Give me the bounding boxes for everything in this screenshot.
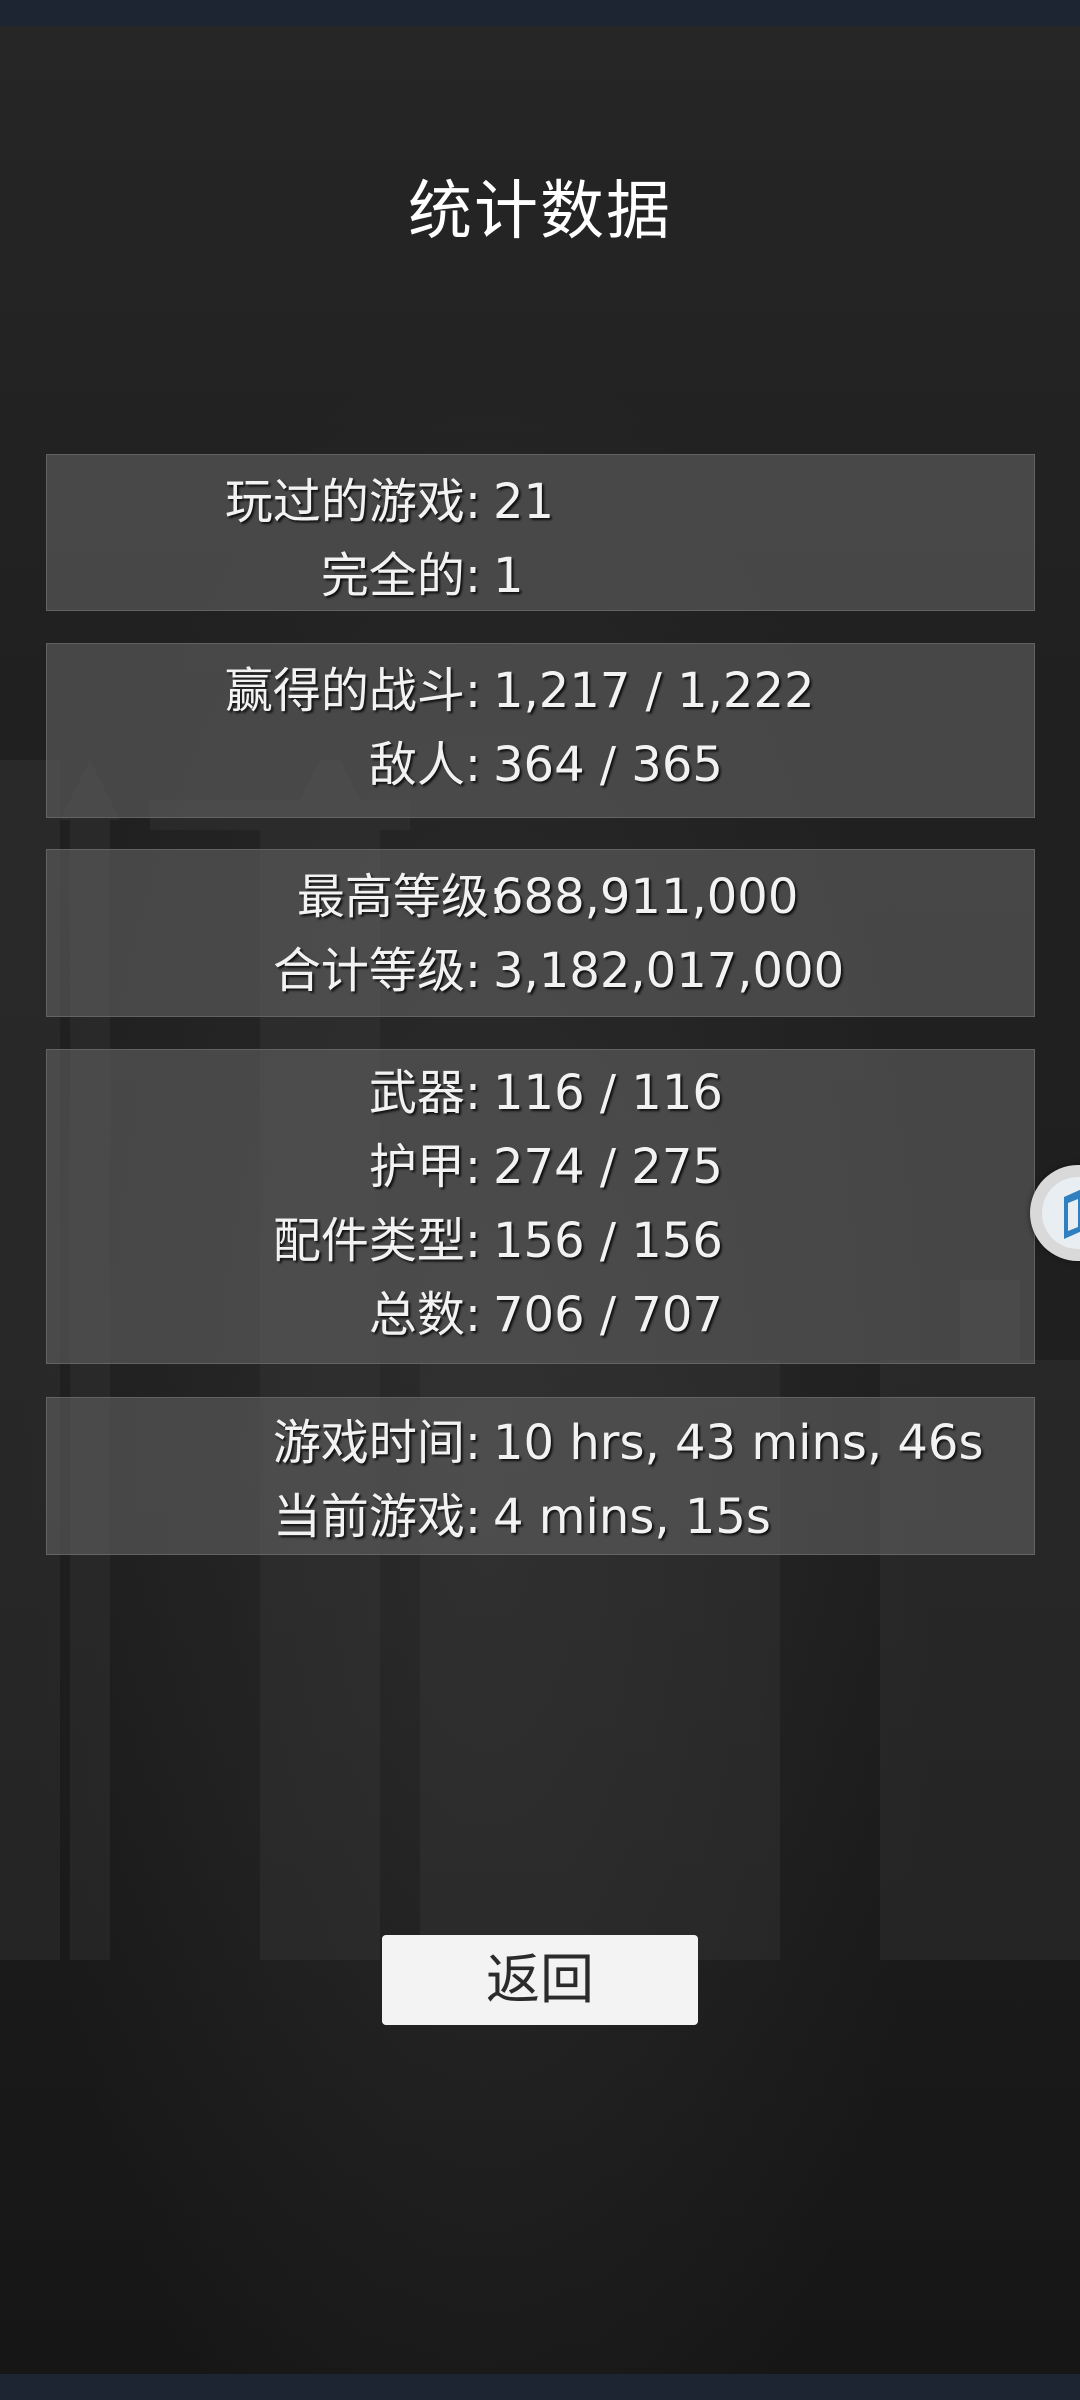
stat-row: 合计等级: 3,182,017,000 bbox=[47, 934, 1036, 1008]
stat-value: 274 / 275 bbox=[493, 1139, 723, 1195]
navigation-bar bbox=[0, 2374, 1080, 2400]
stat-label: 最高等级: bbox=[296, 869, 505, 925]
stat-row: 护甲: 274 / 275 bbox=[47, 1130, 1036, 1204]
stats-panel-battles: 赢得的战斗: 1,217 / 1,222 敌人: 364 / 365 bbox=[46, 643, 1035, 818]
stats-panel-levels: 最高等级: 688,911,000 合计等级: 3,182,017,000 bbox=[46, 849, 1035, 1017]
stat-label: 赢得的战斗: bbox=[224, 663, 481, 719]
stat-label: 护甲: bbox=[368, 1139, 481, 1195]
stat-value: 10 hrs, 43 mins, 46s bbox=[493, 1415, 984, 1471]
stats-panel-items: 武器: 116 / 116 护甲: 274 / 275 配件类型: 156 / … bbox=[46, 1049, 1035, 1364]
back-button[interactable]: 返回 bbox=[382, 1935, 698, 2025]
status-bar bbox=[0, 0, 1080, 26]
stat-label: 完全的: bbox=[320, 548, 481, 604]
stats-panel-games: 玩过的游戏: 21 完全的: 1 bbox=[46, 454, 1035, 611]
page-title: 统计数据 bbox=[408, 175, 672, 249]
floating-assistant-inner bbox=[1042, 1177, 1080, 1249]
stat-value: 1 bbox=[493, 548, 524, 604]
stat-label: 总数: bbox=[368, 1287, 481, 1343]
stat-row: 完全的: 1 bbox=[47, 539, 1036, 613]
stat-label: 配件类型: bbox=[272, 1213, 481, 1269]
stat-value: 3,182,017,000 bbox=[493, 943, 845, 999]
stat-row: 总数: 706 / 707 bbox=[47, 1278, 1036, 1352]
stat-value: 688,911,000 bbox=[493, 869, 799, 925]
stat-label: 合计等级: bbox=[272, 943, 481, 999]
stats-panel-time: 游戏时间: 10 hrs, 43 mins, 46s 当前游戏: 4 mins,… bbox=[46, 1397, 1035, 1555]
stat-value: 21 bbox=[493, 474, 555, 530]
stat-value: 364 / 365 bbox=[493, 737, 723, 793]
stat-row: 赢得的战斗: 1,217 / 1,222 bbox=[47, 654, 1036, 728]
stat-value: 116 / 116 bbox=[493, 1065, 723, 1121]
stat-row: 最高等级: 688,911,000 bbox=[47, 860, 1036, 934]
stat-row: 当前游戏: 4 mins, 15s bbox=[47, 1480, 1036, 1554]
stat-row: 敌人: 364 / 365 bbox=[47, 728, 1036, 802]
stat-value: 156 / 156 bbox=[493, 1213, 723, 1269]
stat-label: 游戏时间: bbox=[272, 1415, 481, 1471]
stat-value: 4 mins, 15s bbox=[493, 1489, 771, 1545]
stat-value: 1,217 / 1,222 bbox=[493, 663, 815, 719]
stat-label: 敌人: bbox=[368, 737, 481, 793]
stat-label: 玩过的游戏: bbox=[224, 474, 481, 530]
stat-row: 武器: 116 / 116 bbox=[47, 1056, 1036, 1130]
stat-value: 706 / 707 bbox=[493, 1287, 723, 1343]
cube-icon bbox=[1064, 1189, 1080, 1239]
stat-label: 武器: bbox=[368, 1065, 481, 1121]
stat-row: 配件类型: 156 / 156 bbox=[47, 1204, 1036, 1278]
stat-row: 游戏时间: 10 hrs, 43 mins, 46s bbox=[47, 1406, 1036, 1480]
stat-label: 当前游戏: bbox=[272, 1489, 481, 1545]
stat-row: 玩过的游戏: 21 bbox=[47, 465, 1036, 539]
stats-screen: 统计数据 玩过的游戏: 21 完全的: 1 赢得的战斗: 1,217 / 1,2… bbox=[0, 0, 1080, 2400]
